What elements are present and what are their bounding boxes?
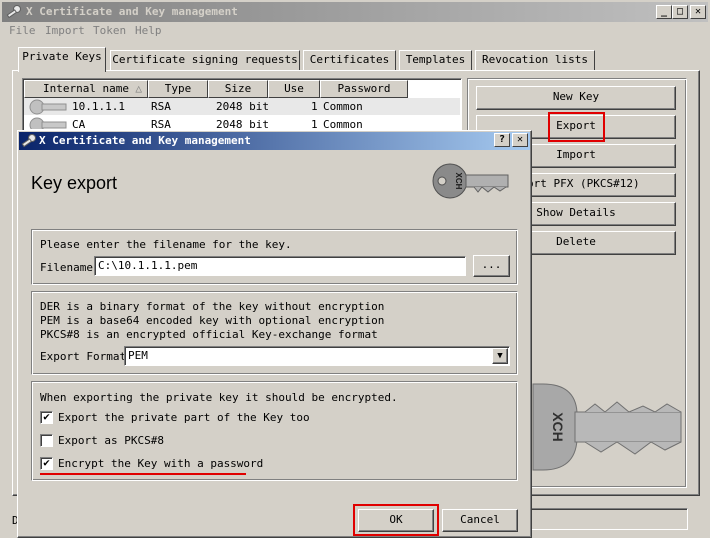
tab-csr[interactable]: Certificate signing requests (110, 50, 300, 70)
row-name: CA (72, 118, 86, 129)
row-name: 10.1.1.1 (72, 100, 125, 113)
filename-input[interactable]: C:\10.1.1.1.pem (94, 256, 466, 276)
format-info-pem: PEM is a base64 encoded key with optiona… (40, 314, 385, 327)
app-key-icon (6, 4, 22, 23)
row-size: 2048 bit (216, 118, 269, 129)
encrypt-password-checkbox[interactable]: ✔ (40, 457, 53, 470)
dialog-close-button[interactable]: ✕ (512, 133, 528, 147)
close-button[interactable]: ✕ (690, 5, 706, 19)
tab-private-keys[interactable]: Private Keys (18, 47, 106, 72)
filename-instruction: Please enter the filename for the key. (40, 238, 292, 251)
key-graphic-text: XCH (454, 173, 463, 190)
main-title-bar[interactable]: X Certificate and Key management _ □ ✕ (2, 2, 708, 22)
export-pkcs8-checkbox[interactable] (40, 434, 53, 447)
row-type: RSA (151, 118, 171, 129)
maximize-button[interactable]: □ (672, 5, 688, 19)
export-private-checkbox[interactable]: ✔ (40, 411, 53, 424)
sort-arrow-icon: △ (135, 82, 142, 95)
row-use: 1 (311, 118, 318, 129)
dialog-title: X Certificate and Key management (39, 134, 251, 147)
encrypt-password-label[interactable]: Encrypt the Key with a password (58, 457, 263, 470)
tab-revocation-lists[interactable]: Revocation lists (475, 50, 595, 70)
cancel-button[interactable]: Cancel (442, 509, 518, 532)
tab-templates[interactable]: Templates (399, 50, 472, 70)
row-password: Common (323, 118, 363, 129)
browse-button[interactable]: ... (473, 255, 510, 277)
filename-label: Filename (40, 261, 93, 274)
column-type[interactable]: Type (148, 80, 208, 98)
row-use: 1 (311, 100, 318, 113)
main-window-title: X Certificate and Key management (26, 5, 238, 18)
new-key-button[interactable]: New Key (476, 86, 676, 110)
export-format-select[interactable]: PEM ▼ (124, 346, 510, 366)
dialog-heading: Key export (31, 173, 118, 193)
menu-token[interactable]: Token (93, 24, 126, 37)
dialog-header: Key export XCH (20, 151, 529, 221)
menu-import[interactable]: Import (45, 24, 85, 37)
row-password: Common (323, 100, 363, 113)
menu-help[interactable]: Help (135, 24, 162, 37)
key-graphic-icon: XCH (430, 161, 510, 204)
export-format-label: Export Format (40, 350, 127, 363)
encryption-note: When exporting the private key it should… (40, 391, 398, 404)
export-pkcs8-label[interactable]: Export as PKCS#8 (58, 434, 164, 447)
key-watermark-image: XCH (525, 382, 685, 472)
export-private-label[interactable]: Export the private part of the Key too (58, 411, 310, 424)
column-internal-name[interactable]: Internal name △ (24, 80, 148, 98)
ok-button[interactable]: OK (358, 509, 434, 532)
menu-file[interactable]: File (9, 24, 36, 37)
tab-certificates[interactable]: Certificates (303, 50, 396, 70)
table-row[interactable]: 10.1.1.1 RSA 2048 bit 1 Common (24, 98, 460, 115)
status-panel (522, 508, 688, 530)
table-row[interactable]: CA RSA 2048 bit 1 Common (24, 116, 460, 129)
key-icon (28, 116, 68, 129)
format-info-pkcs8: PKCS#8 is an encrypted official Key-exch… (40, 328, 378, 341)
watermark-text: XCH (550, 412, 566, 442)
row-size: 2048 bit (216, 100, 269, 113)
column-size[interactable]: Size (208, 80, 268, 98)
menu-bar: File Import Token Help (2, 23, 708, 40)
minimize-button[interactable]: _ (656, 5, 672, 19)
column-use[interactable]: Use (268, 80, 320, 98)
encrypt-underline (40, 473, 246, 475)
chevron-down-icon[interactable]: ▼ (492, 348, 508, 364)
dialog-title-bar[interactable]: X Certificate and Key management ? ✕ (19, 132, 530, 150)
column-internal-name-label: Internal name (42, 82, 130, 95)
dialog-key-icon (21, 133, 37, 152)
column-password[interactable]: Password (320, 80, 408, 98)
format-info-der: DER is a binary format of the key withou… (40, 300, 385, 313)
help-button[interactable]: ? (494, 133, 510, 147)
row-type: RSA (151, 100, 171, 113)
export-format-value: PEM (128, 349, 148, 362)
